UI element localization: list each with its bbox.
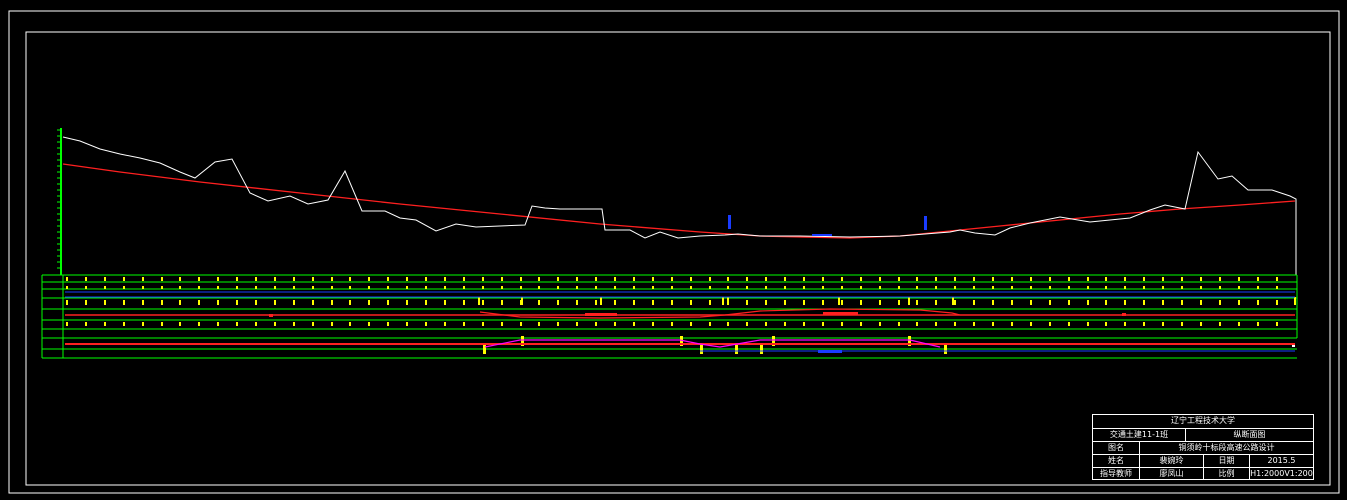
drawing-title: 纵断面图 xyxy=(1185,429,1313,441)
title-block: 辽宁工程技术大学 交通土建11-1班 纵断面图 图名 铜须岭十标段高速公路设计 … xyxy=(1092,414,1314,480)
university-name: 辽宁工程技术大学 xyxy=(1171,416,1235,425)
author-name: 裴婉玲 xyxy=(1139,455,1203,467)
name-label: 姓名 xyxy=(1108,456,1124,465)
profile-data-table xyxy=(41,274,1298,359)
date-value: 2015.5 xyxy=(1249,455,1313,467)
scale-value: H1:2000V1:200 xyxy=(1249,468,1313,480)
ground-line xyxy=(62,136,1297,275)
scale-label: 比例 xyxy=(1203,468,1249,480)
date-label: 日期 xyxy=(1203,455,1249,467)
design-grade-line xyxy=(62,163,1296,239)
structure-markers xyxy=(728,215,927,236)
class-name: 交通土建11-1班 xyxy=(1109,430,1169,439)
project-name: 铜须岭十标段高速公路设计 xyxy=(1139,442,1313,454)
elevation-scale xyxy=(57,128,62,275)
drawing-name-label: 图名 xyxy=(1108,443,1124,452)
advisor-label: 指导教师 xyxy=(1100,469,1132,478)
advisor-name: 廖凤山 xyxy=(1139,468,1203,480)
